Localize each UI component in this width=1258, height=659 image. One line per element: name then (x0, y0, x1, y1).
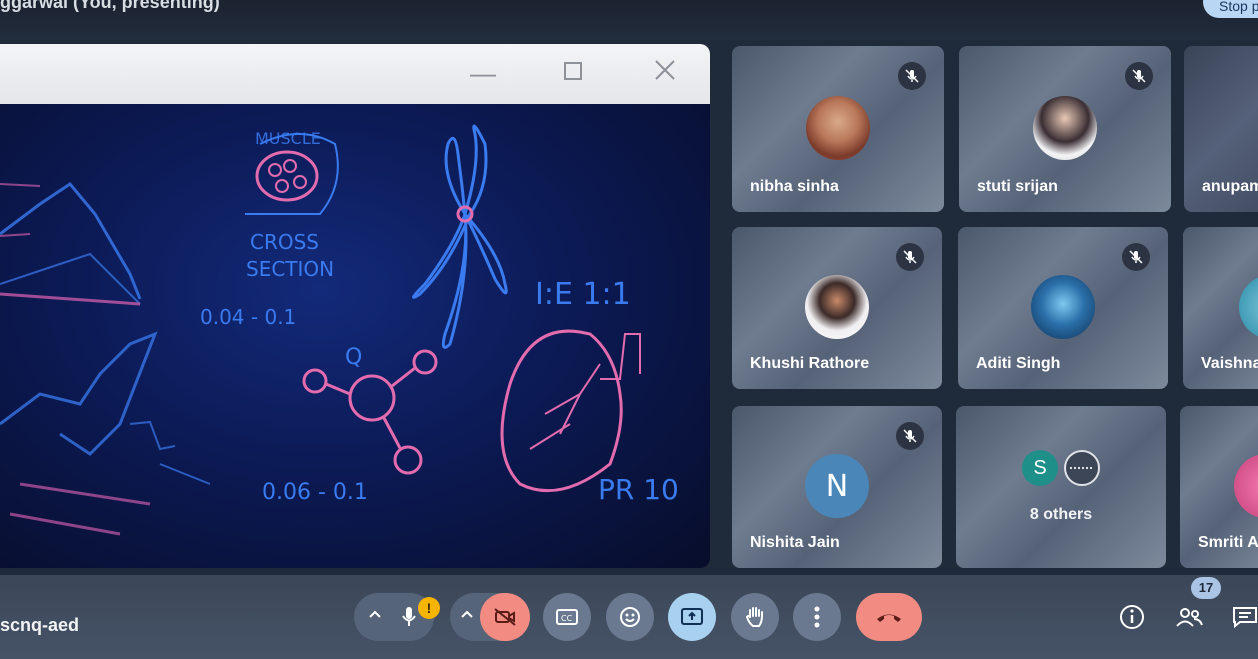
camera-control-group (450, 593, 530, 641)
range-note-2: 0.06 - 0.1 (262, 480, 368, 505)
participant-tile[interactable]: Vaishnavi (1183, 227, 1258, 389)
info-icon[interactable] (1116, 593, 1148, 641)
chat-icon[interactable] (1230, 593, 1258, 641)
q-note: Q (345, 345, 362, 370)
stop-presenting-button[interactable]: Stop presenting (1203, 0, 1258, 18)
raise-hand-icon[interactable] (731, 593, 779, 641)
participant-name: Vaishnavi (1201, 355, 1258, 372)
avatar (1033, 96, 1097, 160)
pr-note: PR 10 (598, 473, 679, 506)
participant-name: nibha sinha (750, 178, 839, 195)
captions-icon[interactable]: CC (543, 593, 591, 641)
end-call-icon[interactable] (856, 593, 922, 641)
participant-tile[interactable]: nibha sinha (732, 46, 944, 212)
camera-off-icon[interactable] (480, 593, 530, 641)
participant-name: Smriti A (1198, 534, 1258, 551)
participant-tile-others[interactable]: S 8 others (956, 406, 1166, 568)
cross-note: CROSS (250, 230, 319, 254)
participant-tile[interactable]: N Nishita Jain (732, 406, 942, 568)
chevron-up-icon[interactable] (458, 605, 476, 628)
people-icon[interactable] (1172, 593, 1206, 641)
mic-warning-badge: ! (418, 597, 440, 619)
avatar (1234, 454, 1258, 518)
others-avatars: S (956, 450, 1166, 486)
participant-tile[interactable]: Aditi Singh (958, 227, 1168, 389)
window-title-bar: — (0, 44, 710, 104)
ie-ratio-note: I:E 1:1 (535, 277, 631, 312)
participant-tile[interactable]: Khushi Rathore (732, 227, 942, 389)
more-options-icon[interactable] (793, 593, 841, 641)
avatar (806, 96, 870, 160)
svg-text:CC: CC (561, 614, 573, 623)
participant-name: anupam (1202, 178, 1258, 195)
avatar (805, 275, 869, 339)
emoji-icon[interactable] (606, 593, 654, 641)
whiteboard-canvas: MUSCLE CROSS SECTION 0.04 - 0.1 Q I:E 1:… (0, 104, 710, 568)
participant-name: Khushi Rathore (750, 355, 870, 372)
mic-off-icon (896, 422, 924, 450)
mic-off-icon (896, 243, 924, 271)
presentation-window: — MUSCLE CROSS SECTION 0.04 - 0.1 Q I:E … (0, 44, 710, 568)
meeting-code: scnq-aed (0, 615, 80, 635)
present-icon[interactable] (668, 593, 716, 641)
mic-off-icon (1122, 243, 1150, 271)
participant-tile[interactable]: anupam (1184, 46, 1258, 212)
top-bar: ggarwal (You, presenting) Stop presentin… (0, 0, 1258, 40)
mic-off-icon (1125, 62, 1153, 90)
maximize-icon[interactable] (558, 58, 588, 88)
chevron-up-icon[interactable] (366, 605, 384, 628)
participant-name: stuti srijan (977, 178, 1058, 195)
avatar (1031, 275, 1095, 339)
others-count-label: 8 others (1029, 506, 1093, 523)
participant-name: Nishita Jain (750, 534, 840, 551)
avatar (1239, 275, 1258, 339)
whiteboard-drawing: MUSCLE CROSS SECTION 0.04 - 0.1 Q I:E 1:… (0, 124, 679, 536)
avatar: N (805, 454, 869, 518)
participant-name: Aditi Singh (976, 355, 1061, 372)
range-note-1: 0.04 - 0.1 (200, 305, 296, 329)
avatar: S (1022, 450, 1058, 486)
participant-tile[interactable]: stuti srijan (959, 46, 1171, 212)
avatar (1064, 450, 1100, 486)
presenting-label: ggarwal (You, presenting) (0, 0, 220, 12)
close-icon[interactable] (650, 58, 680, 88)
minimize-icon[interactable]: — (468, 58, 498, 88)
section-note: SECTION (246, 257, 334, 281)
muscle-note: MUSCLE (255, 129, 321, 148)
bottom-control-bar: scnq-aed ! CC 17 (0, 575, 1258, 659)
mic-off-icon (898, 62, 926, 90)
people-count-badge: 17 (1191, 577, 1221, 599)
participant-tile[interactable]: Smriti A (1180, 406, 1258, 568)
microphone-icon[interactable] (398, 605, 420, 634)
